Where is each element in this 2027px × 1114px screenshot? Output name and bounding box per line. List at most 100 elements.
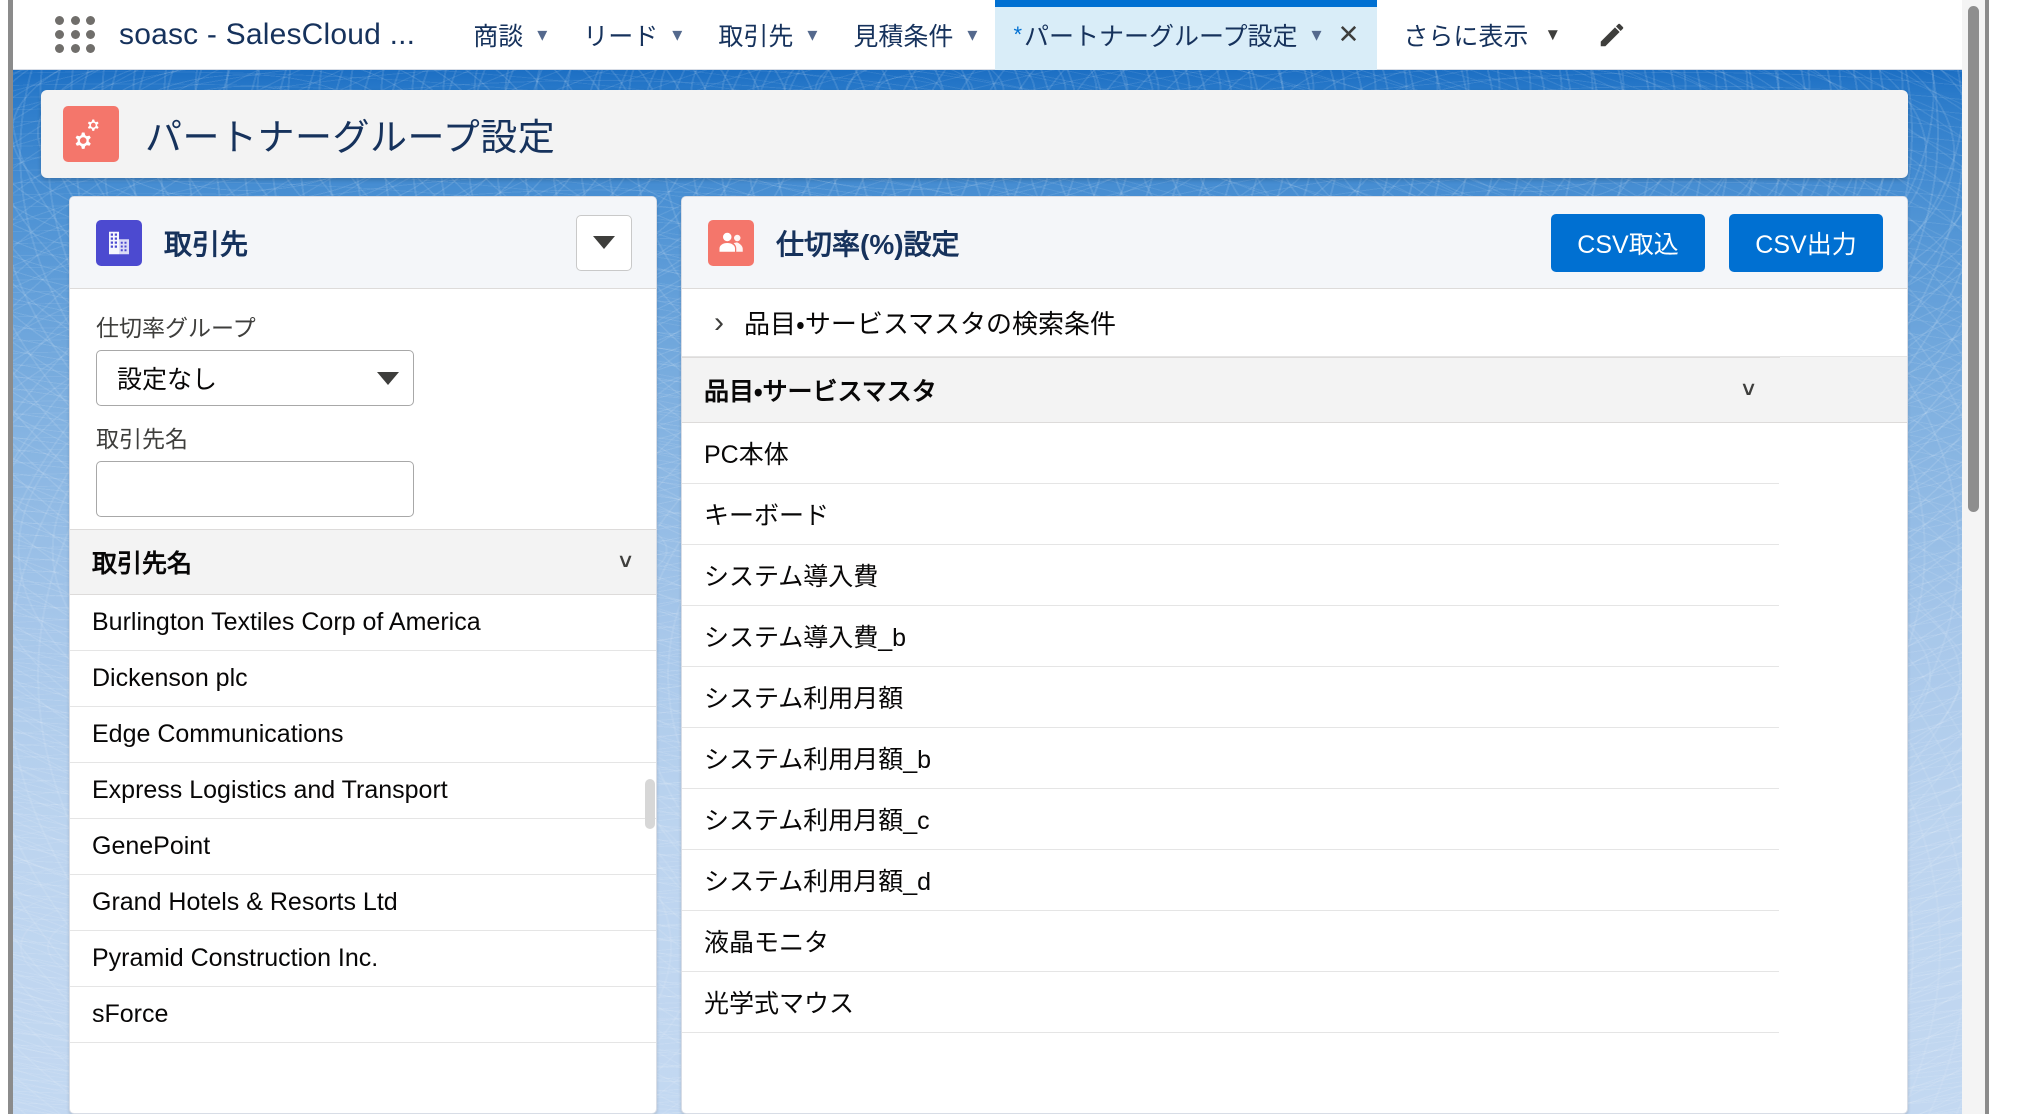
nav-tab-opportunities[interactable]: 商談 ▾ bbox=[455, 0, 565, 70]
product-search-conditions-label: 品目・サービスマスタの検索条件 bbox=[744, 304, 1116, 341]
product-row-blank-cell bbox=[1779, 606, 1907, 667]
product-name-cell: 光学式マウス bbox=[682, 972, 1779, 1033]
table-row[interactable]: PC本体 bbox=[682, 423, 1907, 484]
accounts-panel-menu-button[interactable] bbox=[576, 215, 632, 271]
chevron-down-icon[interactable]: ▾ bbox=[1312, 25, 1322, 45]
launcher-dot bbox=[55, 44, 64, 53]
product-row-blank-cell bbox=[1779, 850, 1907, 911]
unsaved-changes-icon: * bbox=[1013, 22, 1022, 48]
accounts-table-wrap: 取引先名 ˅ Burlington Textiles Corp of Ameri… bbox=[70, 529, 656, 1043]
chevron-down-icon[interactable]: ▾ bbox=[537, 25, 547, 45]
csv-export-button[interactable]: CSV出力 bbox=[1729, 214, 1883, 272]
table-row[interactable]: 光学式マウス bbox=[682, 972, 1907, 1033]
rate-group-select[interactable]: 設定なし bbox=[96, 350, 414, 406]
nav-tab-partner-group-settings[interactable]: * パートナーグループ設定 ▾ ✕ bbox=[995, 0, 1377, 70]
accounts-list-scrollbar[interactable] bbox=[645, 779, 655, 829]
launcher-dot bbox=[86, 16, 95, 25]
app-launcher-grid-icon[interactable] bbox=[47, 13, 105, 57]
launcher-dot bbox=[86, 44, 95, 53]
rate-settings-panel-title: 仕切率(%)設定 bbox=[776, 223, 960, 263]
nav-tab-label: パートナーグループ設定 bbox=[1024, 17, 1298, 53]
accounts-table: 取引先名 ˅ Burlington Textiles Corp of Ameri… bbox=[70, 529, 656, 1043]
product-row-blank-cell bbox=[1779, 789, 1907, 850]
table-row[interactable]: GenePoint bbox=[70, 819, 656, 875]
table-header-row: 品目・サービスマスタ ˅ bbox=[682, 358, 1907, 423]
product-search-conditions-toggle[interactable]: › 品目・サービスマスタの検索条件 bbox=[682, 289, 1907, 357]
product-name-cell: システム利用月額_c bbox=[682, 789, 1779, 850]
accounts-table-head: 取引先名 ˅ bbox=[70, 530, 656, 595]
chevron-down-icon[interactable]: ˅ bbox=[1742, 379, 1755, 401]
screenshot-root: soasc - SalesCloud ... 商談 ▾ リード ▾ 取引先 ▾ … bbox=[0, 0, 2027, 1114]
table-row[interactable]: キーボード bbox=[682, 484, 1907, 545]
pencil-icon[interactable] bbox=[1595, 18, 1629, 52]
nav-tab-accounts[interactable]: 取引先 ▾ bbox=[700, 0, 835, 70]
show-more-tabs-button[interactable]: さらに表示 ▼ bbox=[1377, 17, 1575, 53]
accounts-table-body: Burlington Textiles Corp of America Dick… bbox=[70, 595, 656, 1043]
products-table: 品目・サービスマスタ ˅ PC本体 キーボード システム導入費 bbox=[682, 357, 1907, 1033]
app-name-label[interactable]: soasc - SalesCloud ... bbox=[119, 18, 415, 52]
nav-tab-quote-conditions[interactable]: 見積条件 ▾ bbox=[835, 0, 995, 70]
table-row[interactable]: システム利用月額 bbox=[682, 667, 1907, 728]
page-vertical-scrollbar[interactable] bbox=[1966, 4, 1981, 1110]
product-name-cell: PC本体 bbox=[682, 423, 1779, 484]
launcher-dot bbox=[86, 30, 95, 39]
table-row[interactable]: Dickenson plc bbox=[70, 651, 656, 707]
accounts-column-header-label: 取引先名 bbox=[92, 550, 192, 578]
table-row[interactable]: 液晶モニタ bbox=[682, 911, 1907, 972]
account-name-input[interactable] bbox=[96, 461, 414, 517]
outer-white-margin bbox=[1989, 0, 2027, 1114]
chevron-down-icon[interactable]: ▾ bbox=[672, 25, 682, 45]
caret-down-icon: ▼ bbox=[1544, 25, 1561, 45]
table-row[interactable]: システム利用月額_b bbox=[682, 728, 1907, 789]
account-name-cell: Grand Hotels & Resorts Ltd bbox=[70, 875, 656, 931]
launcher-dot bbox=[71, 30, 80, 39]
launcher-dot bbox=[71, 44, 80, 53]
table-row[interactable]: Express Logistics and Transport bbox=[70, 763, 656, 819]
rate-group-selected-value: 設定なし bbox=[117, 360, 377, 396]
table-row[interactable]: sForce bbox=[70, 987, 656, 1043]
table-row[interactable]: Edge Communications bbox=[70, 707, 656, 763]
chevron-down-icon[interactable]: ▾ bbox=[807, 25, 817, 45]
scrollbar-thumb[interactable] bbox=[1968, 6, 1979, 512]
page-header: パートナーグループ設定 bbox=[41, 90, 1908, 178]
people-icon bbox=[708, 220, 754, 266]
product-name-cell: キーボード bbox=[682, 484, 1779, 545]
product-row-blank-cell bbox=[1779, 911, 1907, 972]
table-row[interactable]: Burlington Textiles Corp of America bbox=[70, 595, 656, 651]
account-name-cell: Edge Communications bbox=[70, 707, 656, 763]
table-row[interactable]: Pyramid Construction Inc. bbox=[70, 931, 656, 987]
account-name-cell: Dickenson plc bbox=[70, 651, 656, 707]
nav-tab-label: リード bbox=[583, 17, 658, 53]
launcher-dot bbox=[55, 30, 64, 39]
product-name-cell: システム導入費_b bbox=[682, 606, 1779, 667]
accounts-panel-title: 取引先 bbox=[164, 223, 248, 263]
products-column-header-empty bbox=[1779, 358, 1907, 423]
product-name-cell: システム利用月額 bbox=[682, 667, 1779, 728]
products-column-header[interactable]: 品目・サービスマスタ ˅ bbox=[682, 358, 1779, 423]
csv-import-button[interactable]: CSV取込 bbox=[1551, 214, 1705, 272]
accounts-panel: 取引先 仕切率グループ 設定なし 取引先名 bbox=[69, 196, 657, 1114]
table-header-row: 取引先名 ˅ bbox=[70, 530, 656, 595]
table-row[interactable]: システム利用月額_c bbox=[682, 789, 1907, 850]
table-row[interactable]: システム導入費_b bbox=[682, 606, 1907, 667]
triangle-down-icon bbox=[593, 236, 615, 249]
nav-tab-label: 見積条件 bbox=[853, 17, 953, 53]
salesforce-console: soasc - SalesCloud ... 商談 ▾ リード ▾ 取引先 ▾ … bbox=[13, 0, 1962, 1114]
global-navigation-bar: soasc - SalesCloud ... 商談 ▾ リード ▾ 取引先 ▾ … bbox=[13, 0, 1962, 70]
accounts-column-header[interactable]: 取引先名 ˅ bbox=[70, 530, 656, 595]
chevron-down-icon[interactable]: ˅ bbox=[619, 551, 632, 573]
account-name-label: 取引先名 bbox=[96, 420, 630, 454]
table-row[interactable]: システム利用月額_d bbox=[682, 850, 1907, 911]
close-icon[interactable]: ✕ bbox=[1338, 19, 1360, 50]
rate-settings-panel: 仕切率(%)設定 CSV取込 CSV出力 › 品目・サービスマスタの検索条件 bbox=[681, 196, 1908, 1114]
account-name-cell: Burlington Textiles Corp of America bbox=[70, 595, 656, 651]
product-row-blank-cell bbox=[1779, 423, 1907, 484]
product-row-blank-cell bbox=[1779, 728, 1907, 789]
chevron-down-icon[interactable]: ▾ bbox=[967, 25, 977, 45]
launcher-dot bbox=[71, 16, 80, 25]
nav-tab-leads[interactable]: リード ▾ bbox=[565, 0, 700, 70]
table-row[interactable]: Grand Hotels & Resorts Ltd bbox=[70, 875, 656, 931]
table-row[interactable]: システム導入費 bbox=[682, 545, 1907, 606]
field-spacer bbox=[96, 406, 630, 420]
products-table-head: 品目・サービスマスタ ˅ bbox=[682, 358, 1907, 423]
